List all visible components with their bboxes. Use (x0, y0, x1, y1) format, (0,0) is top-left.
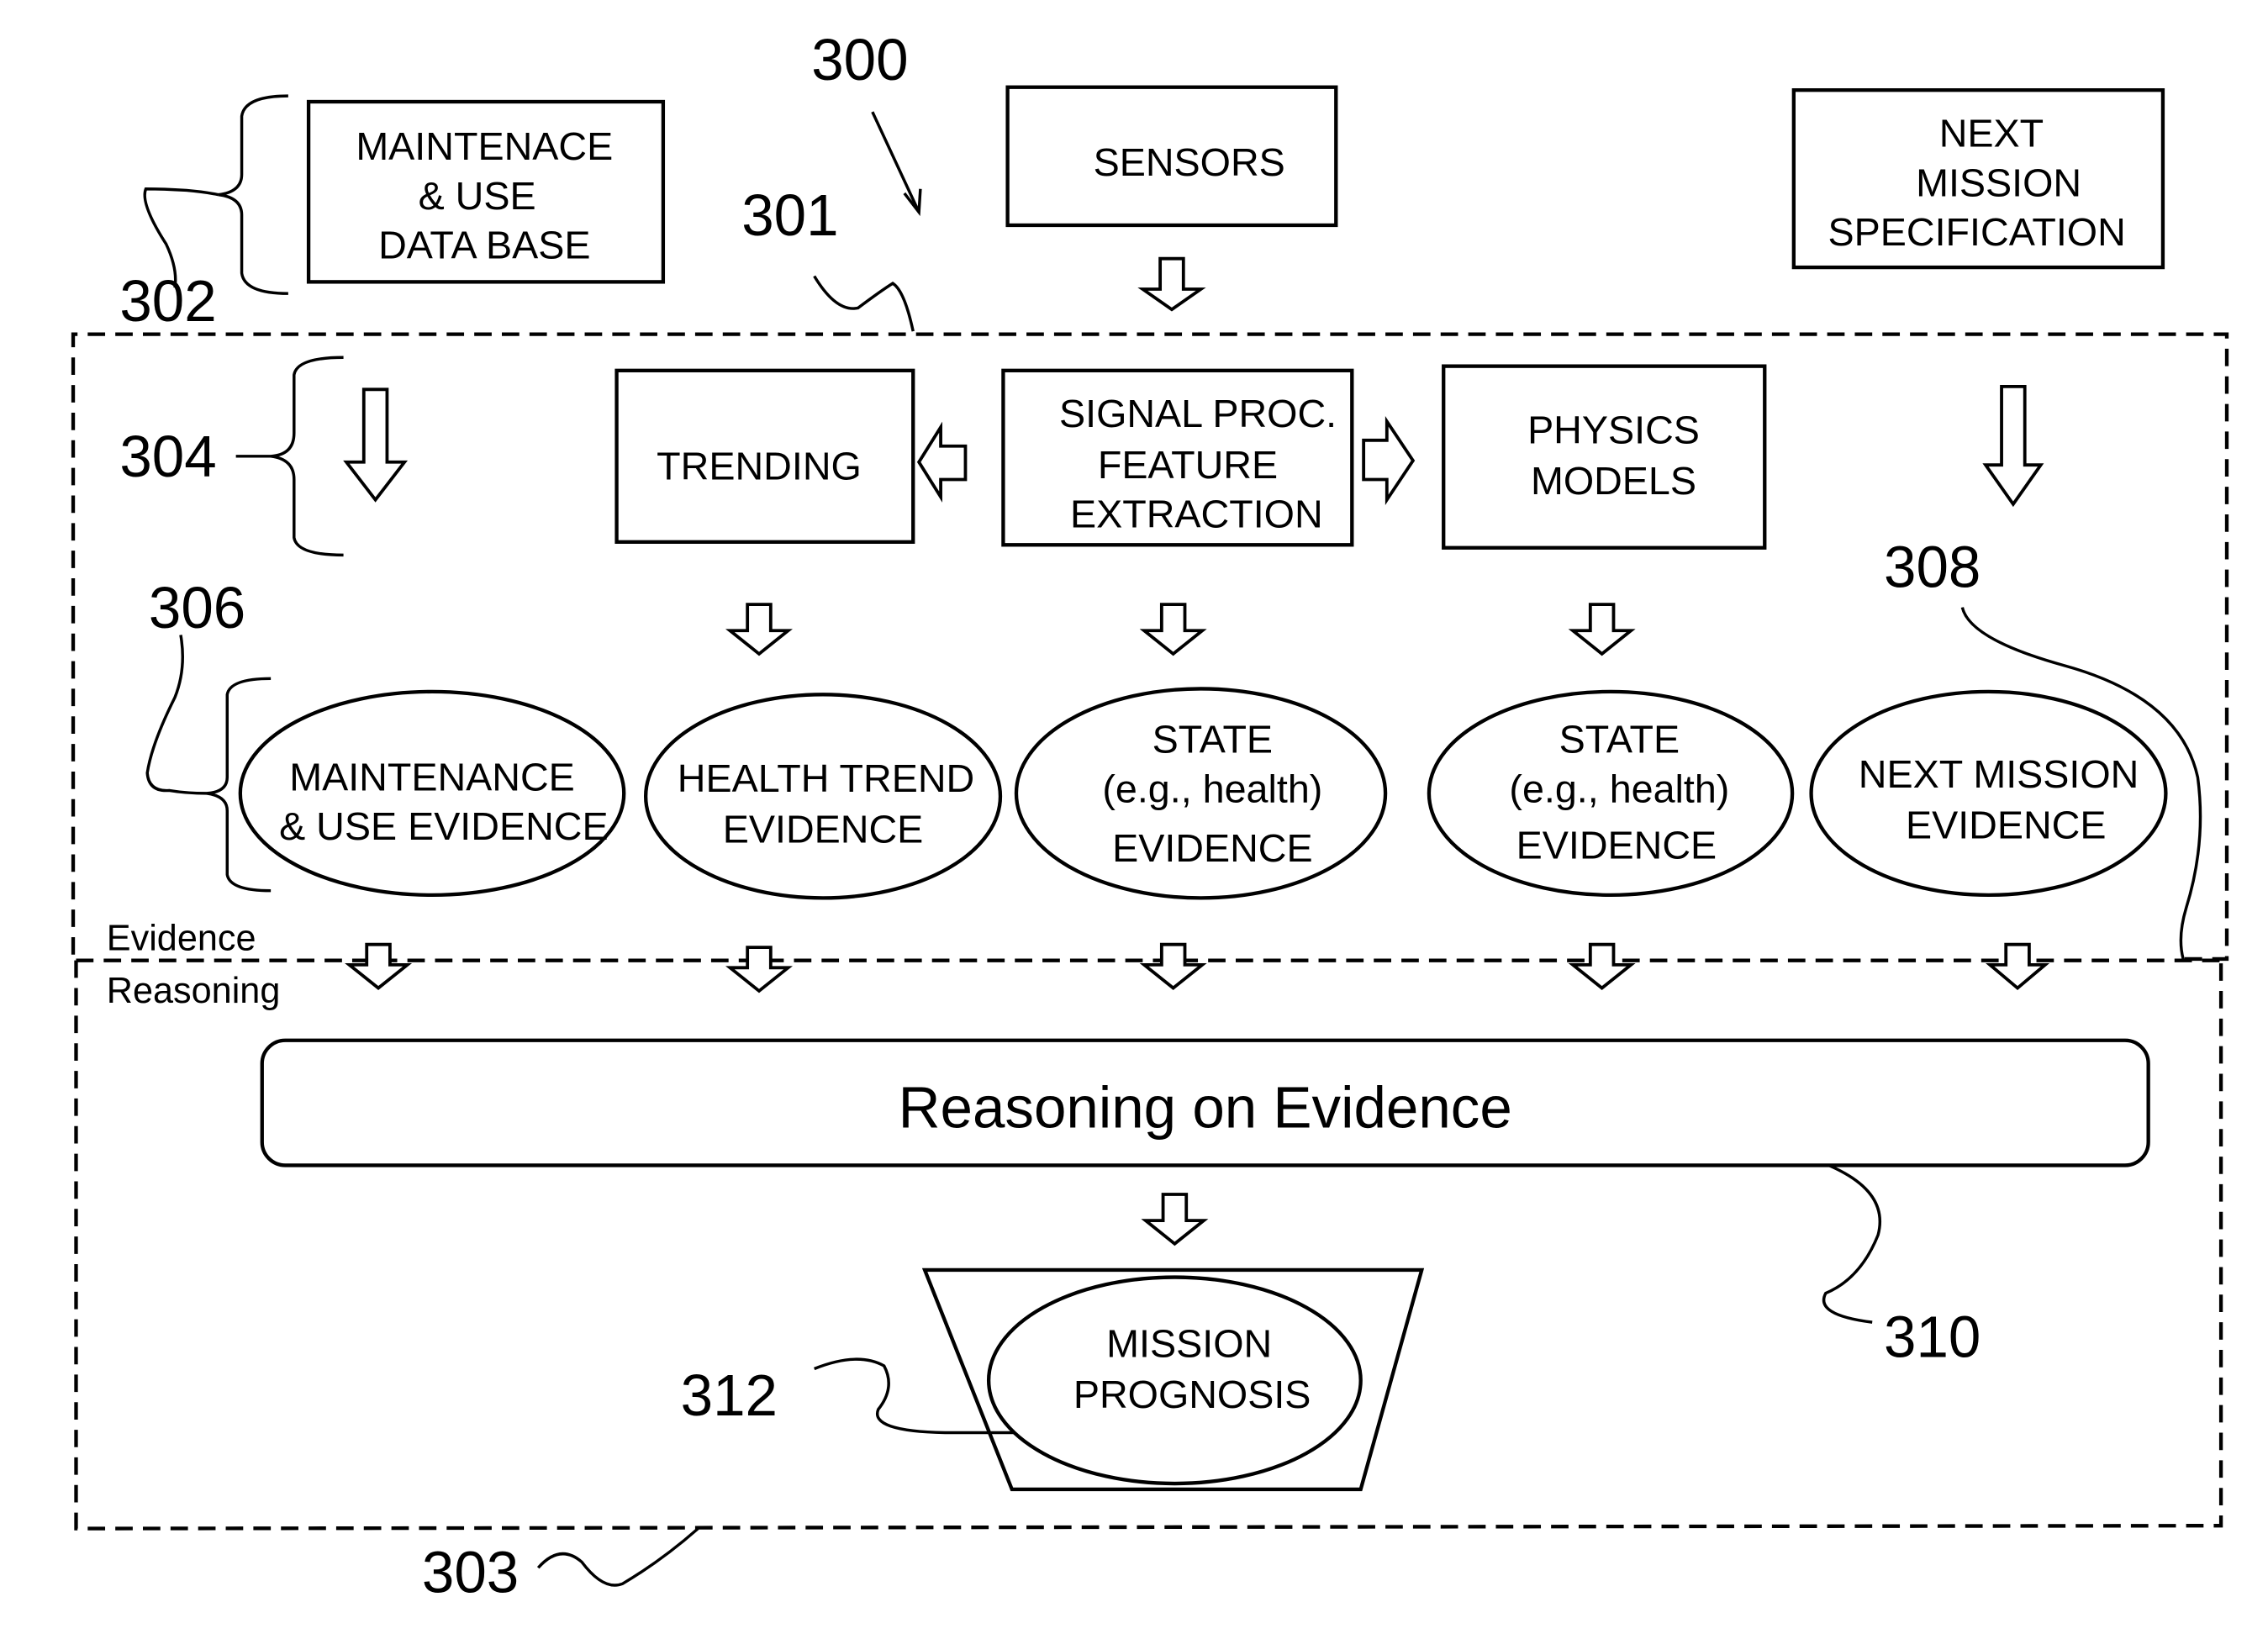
next-mission-spec-line-3: SPECIFICATION (1828, 210, 2126, 254)
next-mission-spec-line-2: MISSION (1916, 161, 2081, 204)
ref-301: 301 (741, 182, 838, 248)
evidence-2-line-1: HEALTH TREND (678, 756, 974, 800)
evidence-health-trend: HEALTH TREND EVIDENCE (643, 693, 1003, 900)
ref-308: 308 (1884, 534, 1981, 599)
mission-prognosis: MISSION PROGNOSIS (921, 1267, 1425, 1492)
evidence-4-line-2: (e.g., health) (1509, 767, 1729, 810)
maintenance-db-line-3: DATA BASE (378, 224, 590, 267)
evidence-1-line-2: & USE EVIDENCE (279, 804, 608, 848)
prognosis-line-1: MISSION (1106, 1322, 1272, 1366)
reasoning-on-evidence-box: Reasoning on Evidence (260, 1038, 2150, 1167)
down-arrow-icon (1568, 603, 1636, 656)
down-arrow-icon (1568, 942, 1636, 990)
down-arrow-icon (725, 946, 793, 993)
ref-301-leader (813, 275, 915, 332)
physics-models-line-2: MODELS (1531, 459, 1696, 503)
down-arrow-icon (343, 387, 409, 503)
reasoning-label: Reasoning on Evidence (899, 1074, 1512, 1140)
down-arrow-icon (345, 942, 413, 990)
down-arrow-icon (1139, 942, 1207, 990)
evidence-4-line-1: STATE (1559, 717, 1680, 761)
sensors-label: SENSORS (1094, 140, 1285, 184)
down-arrow-icon (1137, 256, 1206, 312)
left-arrow-icon (916, 421, 968, 503)
down-arrow-icon (1141, 1193, 1209, 1246)
processing-brace-304 (235, 356, 344, 557)
trending-box: TRENDING (614, 368, 915, 544)
trending-label: TRENDING (657, 444, 862, 487)
physics-models-line-1: PHYSICS (1527, 408, 1700, 451)
signal-processing-box: SIGNAL PROC. FEATURE EXTRACTION (1001, 368, 1354, 547)
lower-region-303-border (74, 960, 2223, 1531)
ref-300: 300 (811, 27, 908, 92)
inputs-brace-302 (143, 94, 288, 295)
evidence-5-line-2: EVIDENCE (1906, 803, 2107, 846)
next-mission-spec-line-1: NEXT (1939, 112, 2044, 155)
down-arrow-icon (1982, 384, 2044, 508)
evidence-state-2: STATE (e.g., health) EVIDENCE (1427, 689, 1795, 898)
ref-300-arrow (871, 111, 922, 217)
right-arrow-icon (1362, 416, 1416, 505)
evidence-2-line-2: EVIDENCE (723, 808, 924, 851)
maintenance-database-box: MAINTENACE & USE DATA BASE (306, 99, 666, 284)
physics-models-box: PHYSICS MODELS (1442, 364, 1767, 550)
down-arrow-icon (1986, 942, 2050, 991)
ref-312: 312 (681, 1362, 778, 1428)
ref-310: 310 (1884, 1304, 1981, 1370)
evidence-3-line-1: STATE (1152, 717, 1273, 761)
evidence-5-line-1: NEXT MISSION (1859, 752, 2139, 796)
region-label-reasoning: Reasoning (107, 971, 281, 1011)
ref-310-leader (1822, 1163, 1882, 1324)
signal-proc-line-1: SIGNAL PROC. (1059, 392, 1337, 435)
patent-diagram: 300 302 MAINTENACE & USE DATA BASE 301 S… (71, 27, 2229, 1605)
evidence-brace-306 (145, 635, 272, 893)
prognosis-line-2: PROGNOSIS (1073, 1373, 1311, 1416)
evidence-3-line-3: EVIDENCE (1112, 826, 1313, 870)
evidence-next-mission: NEXT MISSION EVIDENCE (1809, 689, 2168, 898)
ref-303-leader (536, 1527, 699, 1587)
down-arrow-icon (1139, 603, 1207, 656)
evidence-4-line-3: EVIDENCE (1516, 824, 1717, 867)
sensors-box: SENSORS (1005, 85, 1338, 228)
evidence-3-line-2: (e.g., health) (1102, 767, 1322, 810)
down-arrow-icon (725, 603, 793, 656)
ref-306: 306 (149, 575, 245, 640)
next-mission-spec-box: NEXT MISSION SPECIFICATION (1791, 88, 2165, 270)
ref-303: 303 (422, 1540, 519, 1605)
ref-304: 304 (119, 424, 216, 489)
evidence-state-1: STATE (e.g., health) EVIDENCE (1014, 687, 1388, 900)
evidence-1-line-1: MAINTENANCE (289, 755, 575, 798)
ref-302: 302 (119, 268, 216, 334)
signal-proc-line-2: FEATURE (1098, 443, 1278, 487)
maintenance-db-line-2: & USE (419, 174, 536, 218)
evidence-maintenance-use: MAINTENANCE & USE EVIDENCE (238, 689, 626, 898)
region-label-evidence: Evidence (107, 919, 256, 959)
signal-proc-line-3: EXTRACTION (1070, 493, 1323, 536)
maintenance-db-line-1: MAINTENACE (356, 124, 613, 168)
